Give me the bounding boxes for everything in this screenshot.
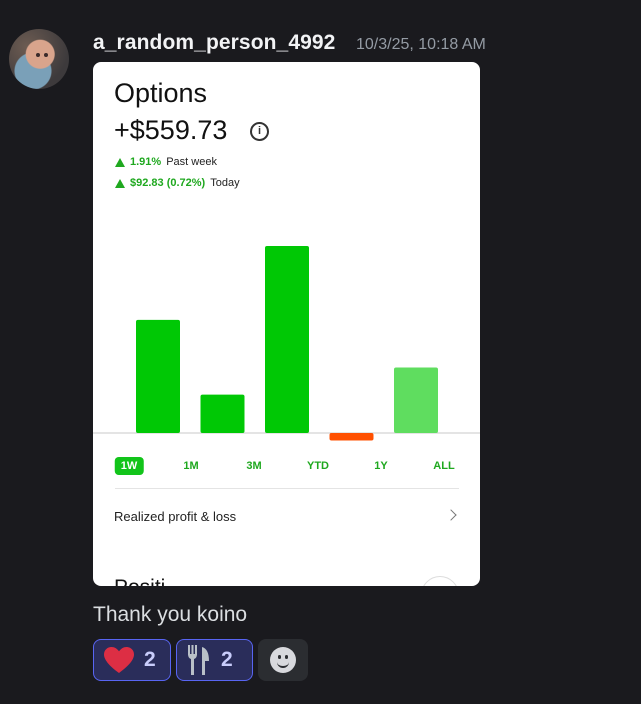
fork-knife-icon xyxy=(188,645,209,675)
range-1y[interactable]: 1Y xyxy=(368,457,393,475)
up-arrow-icon xyxy=(115,178,125,188)
chevron-right-icon[interactable] xyxy=(445,509,457,521)
up-arrow-icon xyxy=(115,157,125,167)
smile-icon xyxy=(270,647,296,673)
avatar-eye xyxy=(36,53,40,57)
reaction-count: 2 xyxy=(221,648,233,671)
timestamp: 10/3/25, 10:18 AM xyxy=(356,36,486,53)
avatar-eye xyxy=(44,53,48,57)
range-1m[interactable]: 1M xyxy=(177,457,204,475)
circle-button[interactable] xyxy=(421,576,459,586)
avatar[interactable] xyxy=(9,29,69,89)
range-1w[interactable]: 1W xyxy=(114,457,144,475)
reaction-fork-knife[interactable]: 2 xyxy=(176,639,253,681)
heart-icon xyxy=(104,646,134,673)
card-title: Options xyxy=(114,78,208,108)
range-3m[interactable]: 3M xyxy=(240,457,267,475)
range-all[interactable]: ALL xyxy=(427,457,460,475)
stat-label: Past week xyxy=(166,156,217,168)
message-text: Thank you koino xyxy=(93,603,248,626)
chart-bar xyxy=(394,367,438,433)
info-icon: i xyxy=(250,122,269,141)
chart-bar xyxy=(329,433,374,441)
realized-pl-label[interactable]: Realized profit & loss xyxy=(114,509,236,524)
chart-bar xyxy=(200,394,245,433)
range-selector: 1W 1M 3M YTD 1Y ALL xyxy=(114,457,460,477)
stat-label: Today xyxy=(210,177,240,189)
stat-row: 1.91% Past week xyxy=(115,156,217,168)
bar-chart xyxy=(93,246,480,441)
chart-bar xyxy=(265,246,309,433)
positions-heading: Positi xyxy=(114,576,165,586)
divider xyxy=(115,488,459,489)
stat-row: $92.83 (0.72%) Today xyxy=(115,177,240,189)
add-reaction-button[interactable] xyxy=(258,639,308,681)
chart-bar xyxy=(136,319,180,433)
total-value: +$559.73 xyxy=(114,115,228,145)
stat-value: $92.83 (0.72%) xyxy=(130,177,206,189)
range-ytd[interactable]: YTD xyxy=(301,457,335,475)
stat-value: 1.91% xyxy=(130,156,162,168)
username[interactable]: a_random_person_4992 xyxy=(93,31,335,55)
reaction-heart[interactable]: 2 xyxy=(93,639,171,681)
reaction-count: 2 xyxy=(144,648,156,671)
attachment-image[interactable]: Options +$559.73 i 1.91% Past week $92.8… xyxy=(93,62,480,586)
